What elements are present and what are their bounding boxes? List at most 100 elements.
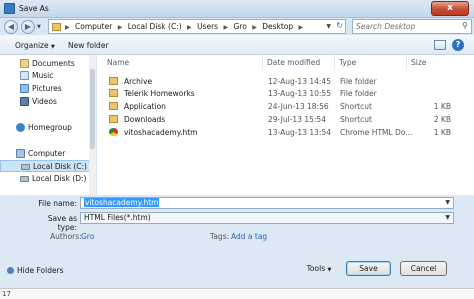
sidebar-item-label: Documents (32, 59, 75, 68)
file-name: Telerik Homeworks (124, 89, 195, 98)
sidebar-item-documents[interactable]: Documents (0, 58, 95, 70)
sidebar-item-label: Pictures (32, 84, 62, 93)
chevron-right-icon[interactable]: ▶ (252, 24, 257, 31)
sidebar-item-computer[interactable]: Computer (0, 148, 95, 160)
save-form: File name: vitoshacademy.htm ▼ Save as t… (0, 195, 474, 299)
file-type: Shortcut (340, 115, 372, 124)
organize-label: Organize (15, 41, 49, 50)
sidebar-item-label: Local Disk (D:) (32, 174, 87, 183)
folder-icon (52, 23, 61, 31)
breadcrumb-computer[interactable]: Computer (75, 22, 112, 31)
file-date: 24-Jun-13 18:56 (268, 102, 329, 111)
sidebar-item-label: Music (32, 71, 54, 80)
search-box[interactable]: ⚲ (352, 19, 472, 34)
breadcrumb-local-disk[interactable]: Local Disk (C:) (128, 22, 182, 31)
save-button[interactable]: Save (346, 261, 391, 276)
file-name: Application (124, 102, 166, 111)
scrollbar-thumb[interactable] (90, 69, 95, 149)
row-number: 17 (2, 290, 11, 298)
column-header-name[interactable]: Name (103, 55, 263, 69)
file-name: Downloads (124, 115, 166, 124)
search-input[interactable] (353, 20, 453, 33)
cancel-button[interactable]: Cancel (400, 261, 447, 276)
file-date: 29-Jul-13 15:54 (268, 115, 326, 124)
folder-icon (109, 89, 118, 97)
sidebar-item-local-disk-d[interactable]: Local Disk (D:) (0, 173, 95, 185)
drive-icon (21, 164, 30, 170)
file-date: 13-Aug-13 10:55 (268, 89, 331, 98)
chevron-right-icon[interactable]: ▶ (299, 24, 304, 31)
forward-button[interactable]: ▶ (21, 20, 35, 34)
help-icon[interactable]: ? (452, 39, 464, 51)
sidebar-scrollbar[interactable] (89, 55, 96, 195)
tags-label: Tags: (210, 232, 230, 241)
sidebar-item-label: Computer (28, 149, 66, 158)
filename-field[interactable]: vitoshacademy.htm ▼ (80, 197, 454, 209)
column-header-type[interactable]: Type (335, 55, 407, 69)
chevron-down-icon: ▼ (51, 44, 55, 50)
file-type: Chrome HTML Do... (340, 128, 413, 137)
homegroup-icon (16, 123, 25, 132)
breadcrumb-desktop[interactable]: Desktop (262, 22, 293, 31)
search-icon[interactable]: ⚲ (462, 21, 468, 30)
list-item[interactable]: Application 24-Jun-13 18:56 Shortcut 1 K… (97, 101, 455, 112)
navigation-pane: Documents Music Pictures Videos Homegrou… (0, 55, 96, 195)
organize-button[interactable]: Organize ▼ (15, 41, 55, 50)
file-date: 12-Aug-13 14:45 (268, 77, 331, 86)
column-header-date[interactable]: Date modified (263, 55, 335, 69)
new-folder-button[interactable]: New folder (68, 41, 109, 50)
file-list-edge (455, 55, 474, 195)
filename-label: File name: (38, 199, 77, 208)
chevron-right-icon[interactable]: ▶ (223, 24, 228, 31)
list-item[interactable]: Telerik Homeworks 13-Aug-13 10:55 File f… (97, 88, 455, 99)
drive-icon (20, 176, 29, 182)
file-type: File folder (340, 77, 377, 86)
file-size: 2 KB (433, 115, 451, 124)
chevron-right-icon[interactable]: ▶ (187, 24, 192, 31)
file-size: 1 KB (433, 102, 451, 111)
window-icon (4, 3, 15, 14)
recent-pages-dropdown-icon[interactable]: ▼ (37, 24, 43, 30)
savetype-value: HTML Files(*.htm) (84, 213, 151, 222)
chevron-down-icon[interactable]: ▼ (445, 198, 450, 208)
breadcrumb[interactable]: ▶ Computer ▶ Local Disk (C:) ▶ Users ▶ G… (48, 19, 346, 34)
close-button[interactable]: x (431, 1, 469, 16)
authors-value[interactable]: Gro (81, 232, 94, 241)
file-name: Archive (124, 77, 153, 86)
refresh-icon[interactable]: ↻ (336, 21, 343, 30)
breadcrumb-users[interactable]: Users (197, 22, 218, 31)
file-type: Shortcut (340, 102, 372, 111)
list-item[interactable]: Archive 12-Aug-13 14:45 File folder (97, 76, 455, 87)
videos-icon (20, 97, 29, 106)
address-bar: ◀ ▶ ▼ ▶ Computer ▶ Local Disk (C:) ▶ Use… (0, 18, 474, 35)
list-item[interactable]: Downloads 29-Jul-13 15:54 Shortcut 2 KB (97, 114, 455, 125)
back-button[interactable]: ◀ (4, 20, 18, 34)
change-view-icon[interactable] (434, 40, 446, 50)
savetype-select[interactable]: HTML Files(*.htm) ▼ (80, 212, 454, 224)
tools-button[interactable]: Tools ▼ (300, 261, 338, 276)
add-tag-link[interactable]: Add a tag (231, 232, 267, 241)
sidebar-item-local-disk-c[interactable]: Local Disk (C:) (0, 160, 95, 172)
folder-icon (109, 77, 118, 85)
sidebar-item-music[interactable]: Music (0, 70, 95, 82)
title-bar: Save As x (0, 0, 474, 18)
file-list: Name Date modified Type Size Archive 12-… (97, 55, 455, 195)
hide-folders-label: Hide Folders (17, 266, 64, 275)
toolbar: Organize ▼ New folder ? (0, 35, 474, 55)
chevron-down-icon[interactable]: ▼ (326, 23, 331, 30)
window-title: Save As (19, 4, 49, 13)
chevron-down-icon[interactable]: ▼ (445, 213, 450, 223)
background-spreadsheet: 17 (0, 288, 474, 299)
column-header-size[interactable]: Size (407, 55, 455, 69)
sidebar-item-label: Homegroup (28, 123, 72, 132)
sidebar-item-homegroup[interactable]: Homegroup (0, 122, 95, 134)
hide-folders-button[interactable]: Hide Folders (7, 266, 64, 275)
filename-value[interactable]: vitoshacademy.htm (84, 198, 160, 207)
sidebar-item-videos[interactable]: Videos (0, 96, 95, 108)
list-item[interactable]: vitoshacademy.htm 13-Aug-13 13:54 Chrome… (97, 127, 455, 138)
breadcrumb-gro[interactable]: Gro (233, 22, 246, 31)
chevron-right-icon[interactable]: ▶ (118, 24, 123, 31)
shortcut-icon (109, 102, 118, 110)
chevron-right-icon[interactable]: ▶ (65, 24, 70, 31)
sidebar-item-pictures[interactable]: Pictures (0, 83, 95, 95)
